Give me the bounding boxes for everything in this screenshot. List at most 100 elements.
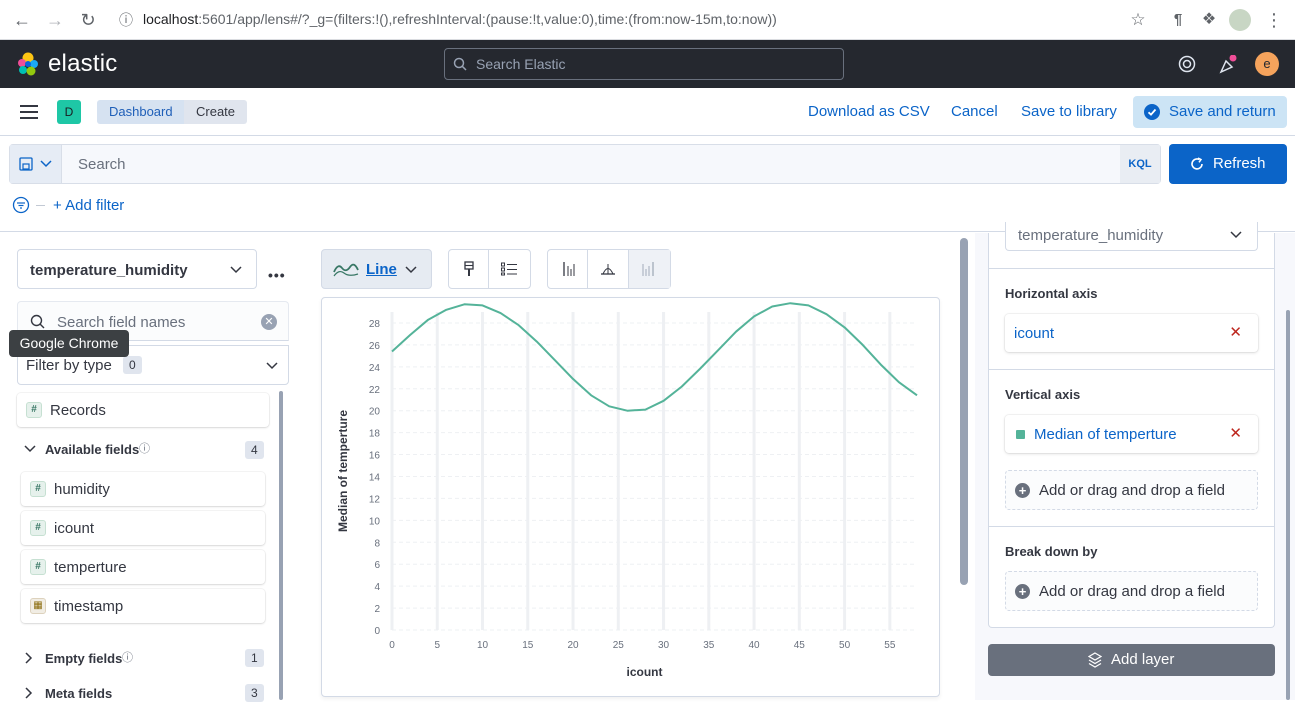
break-down-drop-zone[interactable]: + Add or drag and drop a field: [1005, 571, 1258, 611]
number-type-icon: #: [26, 402, 42, 418]
series-color-swatch: [1016, 430, 1025, 439]
workspace-scrollbar[interactable]: [960, 238, 968, 585]
browser-toolbar: ← → ↻ ⓘ localhost:5601/app/lens#/?_g=(fi…: [0, 0, 1295, 40]
layer-index-select[interactable]: temperature_humidity: [1005, 222, 1258, 251]
chevron-down-icon: [405, 266, 417, 274]
reload-icon[interactable]: ↻: [76, 8, 100, 32]
site-info-icon[interactable]: ⓘ: [114, 8, 138, 32]
global-search-input[interactable]: Search Elastic: [444, 48, 844, 80]
chevron-right-icon[interactable]: [25, 687, 33, 699]
clear-search-icon[interactable]: ✕: [261, 314, 277, 330]
y-tick-label: 16: [369, 451, 381, 462]
chevron-right-icon[interactable]: [25, 652, 33, 664]
query-input-box[interactable]: Search KQL: [9, 144, 1161, 184]
saved-query-button[interactable]: [10, 145, 62, 183]
forward-icon[interactable]: →: [43, 8, 67, 32]
plus-circle-icon: +: [1015, 584, 1030, 599]
chart-panel: 0 2 4 6 8 10 12 14 16 18 20 22 24 26 28 0 5 10 15 20 25 30 35 4…: [321, 297, 940, 697]
save-icon: [19, 157, 33, 171]
breadcrumb-dashboard[interactable]: Dashboard: [97, 100, 185, 124]
field-list-scrollbar[interactable]: [279, 391, 283, 700]
info-icon[interactable]: ⓘ: [122, 649, 133, 665]
legend-button[interactable]: [489, 250, 530, 288]
kql-language-toggle[interactable]: KQL: [1120, 145, 1160, 183]
extensions-puzzle-icon[interactable]: ❖: [1197, 8, 1221, 32]
field-item-humidity[interactable]: # humidity: [21, 472, 265, 506]
add-filter-button[interactable]: + Add filter: [53, 197, 124, 214]
list-icon: [501, 262, 517, 276]
line-chart[interactable]: 02468101214161820222426280 5 10 15 20 25 30 35 4…: [322, 298, 939, 696]
bookmark-star-icon[interactable]: ☆: [1126, 8, 1150, 32]
profile-avatar-icon[interactable]: [1229, 9, 1251, 31]
empty-count-badge: 1: [245, 649, 264, 667]
back-icon[interactable]: ←: [10, 8, 34, 32]
divider: [989, 526, 1274, 527]
available-count-badge: 4: [245, 441, 264, 459]
query-bar: Search KQL Refresh + Add filter: [0, 136, 1295, 232]
browser-menu-icon[interactable]: ⋮: [1262, 8, 1286, 32]
vertical-axis-dimension[interactable]: Median of temperture ✕: [1005, 415, 1258, 453]
elastic-logo-icon[interactable]: [16, 52, 40, 76]
y-tick-label: 10: [369, 516, 381, 527]
x-tick-label: 25: [613, 640, 625, 651]
axis-options-group: [547, 249, 671, 289]
remove-dimension-icon[interactable]: ✕: [1229, 323, 1242, 341]
x-tick-label: 55: [884, 640, 896, 651]
bottom-axis-button[interactable]: [588, 250, 629, 288]
x-tick-label: 40: [749, 640, 761, 651]
horizontal-axis-dimension[interactable]: icount ✕: [1005, 314, 1258, 352]
y-tick-label: 24: [369, 363, 381, 374]
drop-zone-label: Add or drag and drop a field: [1039, 482, 1225, 499]
extension-icon[interactable]: ¶: [1166, 8, 1190, 32]
index-pattern-name: temperature_humidity: [30, 262, 188, 279]
available-fields-heading[interactable]: Available fields: [45, 442, 139, 457]
add-layer-button[interactable]: Add layer: [988, 644, 1275, 676]
filter-options-icon[interactable]: [12, 196, 30, 214]
info-icon[interactable]: ⓘ: [139, 440, 150, 456]
field-item-timestamp[interactable]: ▦ timestamp: [21, 589, 265, 623]
save-to-library-link[interactable]: Save to library: [1021, 103, 1117, 120]
visual-options-button[interactable]: [449, 250, 489, 288]
index-pattern-select[interactable]: temperature_humidity: [17, 249, 257, 289]
field-item-icount[interactable]: # icount: [21, 511, 265, 545]
download-csv-link[interactable]: Download as CSV: [808, 103, 930, 120]
empty-fields-heading[interactable]: Empty fields: [45, 651, 122, 666]
field-list-panel: temperature_humidity ••• Search field na…: [0, 233, 300, 702]
news-feed-icon[interactable]: [1218, 55, 1238, 75]
elastic-wordmark[interactable]: elastic: [48, 50, 117, 78]
y-tick-label: 0: [374, 626, 380, 637]
chart-type-switcher[interactable]: Line: [321, 249, 432, 289]
y-tick-label: 4: [374, 582, 380, 593]
meta-fields-heading[interactable]: Meta fields: [45, 686, 112, 701]
config-scrollbar[interactable]: [1286, 310, 1290, 700]
more-actions-icon[interactable]: •••: [268, 267, 286, 283]
x-axis-title: icount: [627, 665, 663, 679]
cancel-link[interactable]: Cancel: [951, 103, 998, 120]
save-and-return-button[interactable]: Save and return: [1133, 96, 1287, 128]
query-search-input[interactable]: Search: [78, 156, 126, 173]
vertical-field-name: Median of temperture: [1034, 426, 1177, 443]
meta-count-badge: 3: [245, 684, 264, 702]
chevron-down-icon: [40, 160, 52, 168]
user-avatar[interactable]: e: [1255, 52, 1279, 76]
vertical-axis-drop-zone[interactable]: + Add or drag and drop a field: [1005, 470, 1258, 510]
menu-hamburger-icon[interactable]: [20, 104, 38, 120]
divider: [989, 369, 1274, 370]
remove-dimension-icon[interactable]: ✕: [1229, 424, 1242, 442]
url-path: :5601/app/lens#/?_g=(filters:!(),refresh…: [198, 11, 777, 27]
field-item-temperture[interactable]: # temperture: [21, 550, 265, 584]
space-avatar[interactable]: D: [57, 100, 81, 124]
field-item-records[interactable]: # Records: [17, 393, 269, 427]
chevron-down-icon: [230, 266, 242, 274]
left-axis-button[interactable]: [548, 250, 588, 288]
left-axis-icon: [563, 262, 575, 276]
help-icon[interactable]: [1178, 55, 1196, 73]
save-and-return-label: Save and return: [1169, 103, 1276, 120]
check-circle-icon: [1144, 104, 1160, 120]
y-tick-label: 26: [369, 341, 381, 352]
filter-count-badge: 0: [123, 356, 142, 374]
chevron-down-icon[interactable]: [24, 445, 36, 453]
address-bar[interactable]: localhost:5601/app/lens#/?_g=(filters:!(…: [143, 11, 777, 27]
refresh-button[interactable]: Refresh: [1169, 144, 1287, 184]
right-axis-button[interactable]: [629, 250, 670, 288]
